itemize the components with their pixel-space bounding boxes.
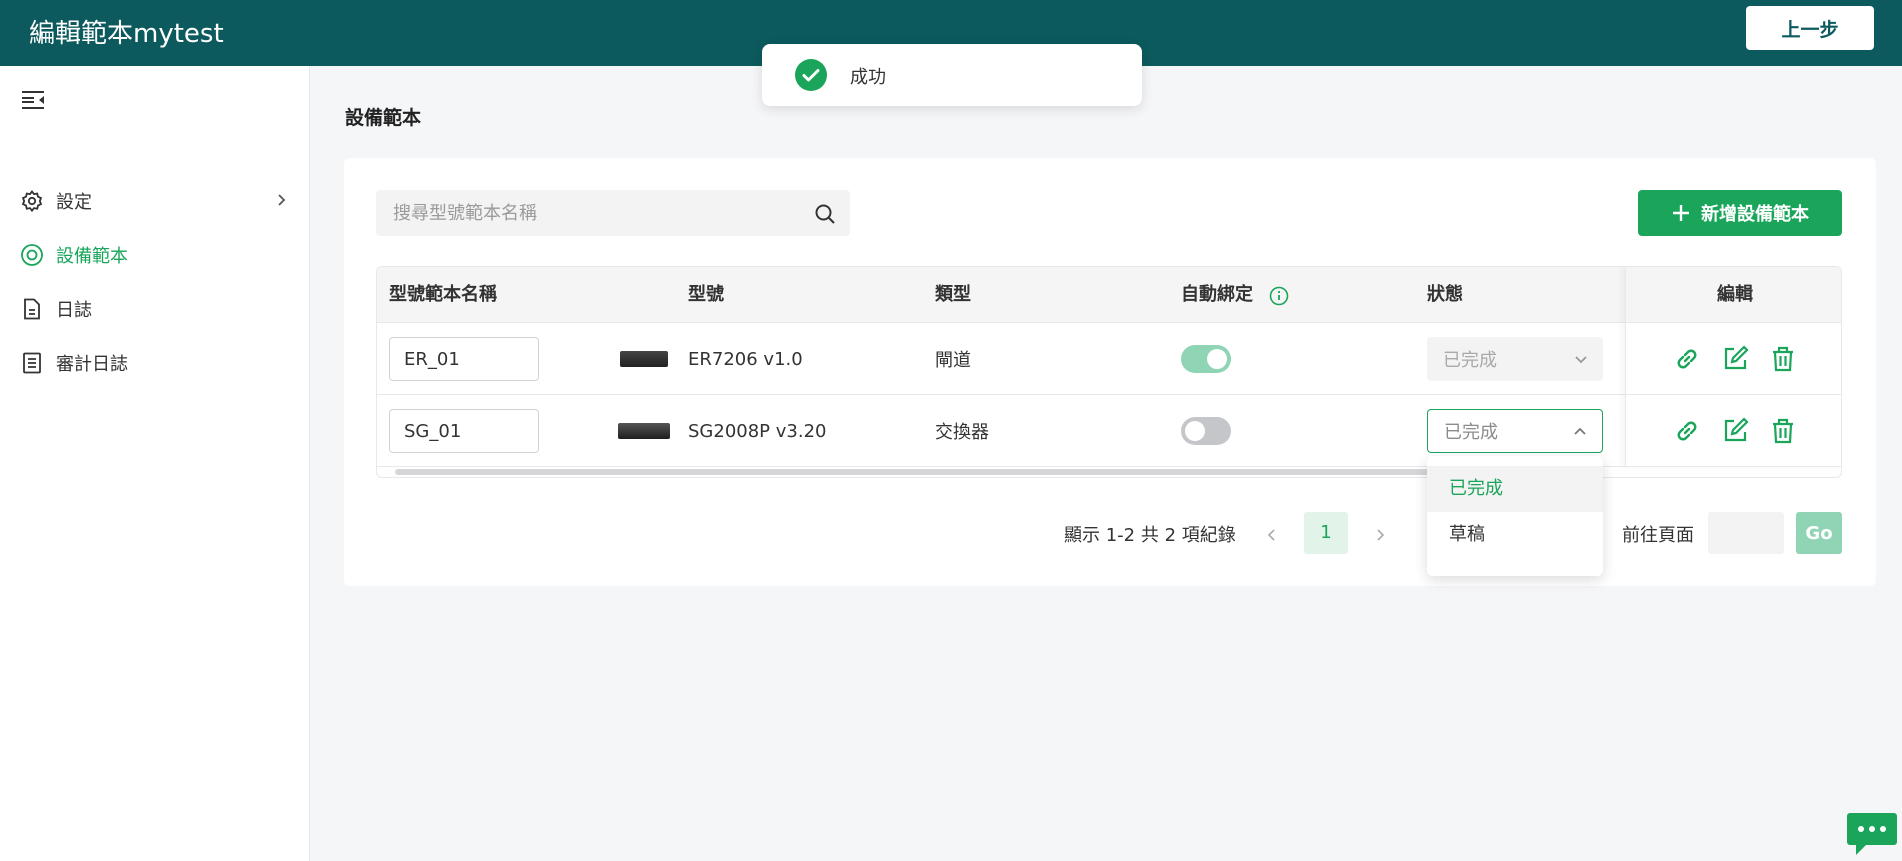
status-select-value: 已完成 bbox=[1443, 350, 1497, 371]
auto-bind-toggle[interactable] bbox=[1181, 417, 1231, 445]
type-cell: 交換器 bbox=[935, 422, 989, 443]
trash-icon[interactable] bbox=[1768, 344, 1798, 374]
switch-device-image bbox=[618, 423, 670, 439]
success-toast: 成功 bbox=[762, 44, 1142, 106]
gear-icon bbox=[20, 189, 44, 213]
add-button-label: 新增設備範本 bbox=[1701, 204, 1809, 225]
link-icon[interactable] bbox=[1672, 344, 1702, 374]
status-select-value: 已完成 bbox=[1444, 422, 1498, 443]
toast-message: 成功 bbox=[850, 67, 886, 88]
chevron-up-icon bbox=[1572, 424, 1588, 440]
auto-bind-toggle[interactable] bbox=[1181, 345, 1231, 373]
table-header: 型號範本名稱 型號 類型 自動綁定 狀態 bbox=[377, 267, 1841, 323]
column-header-edit: 編輯 bbox=[1626, 267, 1841, 323]
sidebar-item-logs[interactable]: 日誌 bbox=[0, 282, 310, 336]
table-row: SG2008P v3.20 交換器 已完成 bbox=[377, 395, 1841, 467]
column-header-auto-bind[interactable]: 自動綁定 bbox=[1181, 267, 1253, 323]
sidebar-nav: 設定 設備範本 日誌 審計日誌 bbox=[0, 174, 310, 390]
template-name-input[interactable] bbox=[389, 337, 539, 381]
sidebar-item-label: 審計日誌 bbox=[56, 354, 128, 375]
go-button[interactable]: Go bbox=[1796, 512, 1842, 554]
sidebar-item-label: 日誌 bbox=[56, 300, 92, 321]
add-device-template-button[interactable]: 新增設備範本 bbox=[1638, 190, 1842, 236]
sidebar-item-label: 設定 bbox=[56, 192, 92, 213]
sidebar-item-device-templates[interactable]: 設備範本 bbox=[0, 228, 310, 282]
model-cell: ER7206 v1.0 bbox=[688, 348, 803, 370]
goto-page-input[interactable] bbox=[1708, 512, 1784, 554]
status-select[interactable]: 已完成 bbox=[1427, 337, 1603, 381]
plus-icon bbox=[1671, 203, 1691, 223]
sidebar: 設定 設備範本 日誌 審計日誌 bbox=[0, 66, 310, 861]
edit-icon[interactable] bbox=[1720, 416, 1750, 446]
dropdown-option-completed[interactable]: 已完成 bbox=[1427, 466, 1603, 512]
templates-table: 型號範本名稱 型號 類型 自動綁定 狀態 ER7206 v1.0 閘道 已完成 bbox=[376, 266, 1842, 478]
row-actions bbox=[1626, 395, 1841, 467]
chat-icon[interactable] bbox=[1846, 811, 1898, 857]
horizontal-scrollbar[interactable] bbox=[395, 469, 1505, 475]
type-cell: 閘道 bbox=[935, 350, 971, 371]
chevron-left-icon[interactable] bbox=[1262, 525, 1282, 545]
column-header-name[interactable]: 型號範本名稱 bbox=[389, 267, 497, 323]
edit-icon[interactable] bbox=[1720, 344, 1750, 374]
status-select[interactable]: 已完成 bbox=[1427, 409, 1603, 453]
link-icon[interactable] bbox=[1672, 416, 1702, 446]
pagination-info: 顯示 1-2 共 2 項紀錄 bbox=[1064, 525, 1236, 546]
page-number[interactable]: 1 bbox=[1304, 512, 1348, 554]
edit-column: 編輯 bbox=[1625, 267, 1841, 467]
list-document-icon bbox=[20, 351, 44, 375]
target-icon bbox=[20, 243, 44, 267]
sidebar-item-settings[interactable]: 設定 bbox=[0, 174, 310, 228]
search-input[interactable] bbox=[377, 191, 797, 235]
sidebar-item-audit-logs[interactable]: 審計日誌 bbox=[0, 336, 310, 390]
status-dropdown-menu: 已完成 草稿 bbox=[1427, 456, 1603, 576]
template-name-input[interactable] bbox=[389, 409, 539, 453]
column-header-type[interactable]: 類型 bbox=[935, 267, 971, 323]
model-cell: SG2008P v3.20 bbox=[688, 420, 827, 442]
check-circle-icon bbox=[795, 59, 827, 91]
search-box bbox=[376, 190, 850, 236]
router-device-image bbox=[620, 351, 668, 367]
sidebar-item-label: 設備範本 bbox=[56, 246, 128, 267]
trash-icon[interactable] bbox=[1768, 416, 1798, 446]
document-icon bbox=[20, 297, 44, 321]
search-icon[interactable] bbox=[813, 202, 837, 226]
row-actions bbox=[1626, 323, 1841, 395]
page-header-title: 編輯範本mytest bbox=[29, 19, 224, 49]
chevron-right-icon bbox=[272, 191, 290, 209]
column-header-model[interactable]: 型號 bbox=[688, 267, 724, 323]
column-header-status[interactable]: 狀態 bbox=[1427, 267, 1463, 323]
table-row: ER7206 v1.0 閘道 已完成 bbox=[377, 323, 1841, 395]
goto-page-label: 前往頁面 bbox=[1622, 525, 1694, 546]
info-icon[interactable] bbox=[1269, 286, 1289, 306]
chevron-down-icon bbox=[1573, 351, 1589, 367]
chevron-right-icon[interactable] bbox=[1370, 525, 1390, 545]
back-button[interactable]: 上一步 bbox=[1746, 6, 1874, 50]
templates-card: 新增設備範本 型號範本名稱 型號 類型 自動綁定 狀態 ER7206 v1.0 … bbox=[344, 158, 1876, 586]
collapse-menu-icon[interactable] bbox=[20, 88, 46, 112]
page-title: 設備範本 bbox=[345, 107, 422, 129]
dropdown-option-draft[interactable]: 草稿 bbox=[1427, 512, 1603, 558]
